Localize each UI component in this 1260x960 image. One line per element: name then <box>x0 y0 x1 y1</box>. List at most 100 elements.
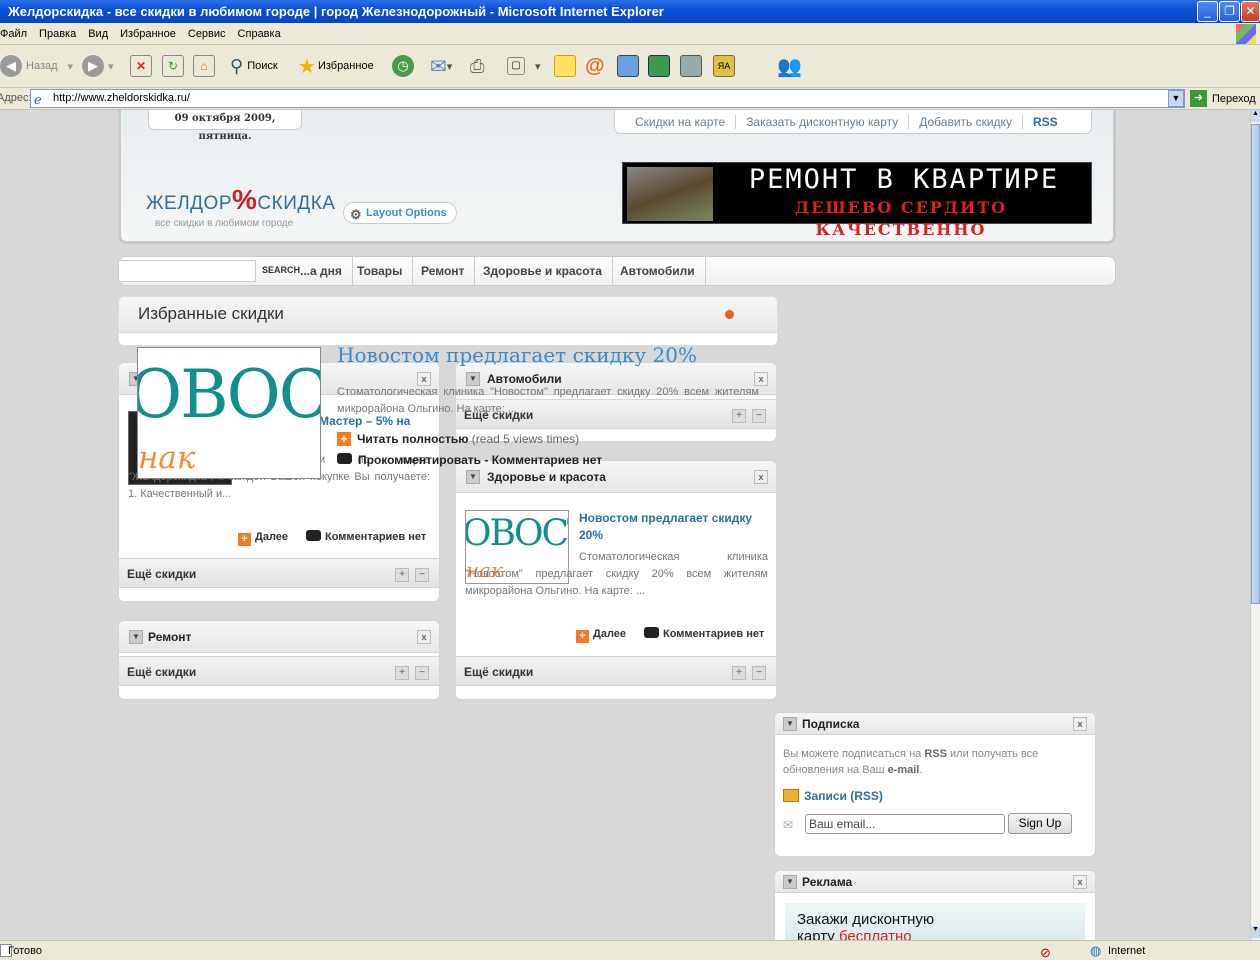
envelope-icon: ✉ <box>783 818 794 832</box>
widget-footer: Ещё скидки + − <box>119 656 439 686</box>
plus-icon: + <box>238 533 251 546</box>
stop-button[interactable]: ✕ <box>130 53 152 79</box>
house-image <box>627 167 713 221</box>
history-button[interactable]: ◷ <box>392 53 418 79</box>
print-button[interactable]: ⎙ <box>470 53 484 79</box>
forward-arrow-icon: ▶ <box>82 55 104 77</box>
comment-bubble-icon <box>644 627 659 638</box>
maximize-button[interactable]: ❐ <box>1219 1 1240 22</box>
close-widget-icon[interactable]: x <box>417 630 431 644</box>
menu-bar: Файл Правка Вид Избранное Сервис Справка <box>0 23 1260 45</box>
messenger-button[interactable]: 👥 <box>777 53 802 79</box>
link-add-discount[interactable]: Добавить скидку <box>909 114 1023 129</box>
collapse-icon[interactable]: ▼ <box>466 470 480 484</box>
print-icon: ⎙ <box>470 55 485 76</box>
menu-tools[interactable]: Сервис <box>182 23 232 45</box>
home-button[interactable]: ⌂ <box>193 53 215 79</box>
forward-button[interactable]: ▶ ▾ <box>82 53 114 79</box>
close-widget-icon[interactable]: x <box>754 470 768 484</box>
minimize-button[interactable]: _ <box>1197 1 1218 22</box>
post-link[interactable]: Новостом предлагает скидку 20% <box>579 510 767 544</box>
expand-icon[interactable]: + <box>395 666 409 680</box>
menu-help[interactable]: Справка <box>232 23 287 45</box>
more-deals-link[interactable]: Ещё скидки <box>464 665 533 679</box>
sign-up-button[interactable]: Sign Up <box>1008 813 1072 834</box>
close-widget-icon[interactable]: x <box>1073 717 1087 731</box>
add-comment-link[interactable]: Прокомментировать - Комментариев нет <box>337 453 602 467</box>
scroll-up-icon[interactable]: ▲ <box>1251 110 1260 122</box>
notes-button[interactable] <box>554 53 576 79</box>
expand-icon[interactable]: + <box>732 666 746 680</box>
comments-link[interactable]: Комментариев нет <box>644 627 764 641</box>
more-link[interactable]: + Далее <box>238 530 288 546</box>
read-more-link[interactable]: + Читать полностью (read 5 views times) <box>337 432 579 446</box>
comment-bubble-icon <box>306 530 321 541</box>
menu-favorites[interactable]: Избранное <box>114 23 182 45</box>
collapse-icon[interactable]: ▼ <box>783 717 797 731</box>
monitor-button[interactable] <box>617 53 639 79</box>
back-arrow-icon: ◀ <box>0 55 22 77</box>
monitor-icon <box>617 55 639 77</box>
more-deals-link[interactable]: Ещё скидки <box>127 567 196 581</box>
tools-button[interactable] <box>680 53 702 79</box>
history-icon: ◷ <box>392 55 414 77</box>
layout-options-button[interactable]: ⚙ Layout Options <box>343 202 457 224</box>
collapse-icon[interactable]: ▼ <box>783 875 797 889</box>
favorites-button[interactable]: ★ Избранное <box>298 53 374 79</box>
translate-button[interactable]: ЯА <box>713 53 735 79</box>
scroll-thumb[interactable] <box>1251 124 1260 604</box>
at-button[interactable]: @ <box>585 53 605 79</box>
shrink-icon[interactable]: − <box>415 568 429 582</box>
note-icon <box>554 55 576 77</box>
link-rss[interactable]: RSS <box>1023 115 1068 129</box>
discount-card-ad[interactable]: Закажи дисконтную карту бесплатно <box>785 903 1085 940</box>
search-input[interactable] <box>118 260 256 282</box>
mail-icon: ✉ <box>430 55 447 78</box>
close-button[interactable]: ✕ <box>1241 1 1260 22</box>
expand-icon[interactable]: + <box>395 568 409 582</box>
nav-item-auto[interactable]: Автомобили <box>610 256 706 286</box>
shrink-icon[interactable]: − <box>415 666 429 680</box>
books-icon <box>648 55 670 77</box>
link-order-card[interactable]: Заказать дисконтную карту <box>736 114 910 129</box>
nav-item-health[interactable]: Здоровье и красота <box>473 256 613 286</box>
header-links: Скидки на карте Заказать дисконтную карт… <box>614 110 1092 134</box>
slider-dot-icon[interactable] <box>725 310 734 319</box>
address-dropdown-button[interactable]: ▼ <box>1168 90 1184 107</box>
back-button[interactable]: ◀ Назад ▾ <box>0 53 73 79</box>
more-deals-link[interactable]: Ещё скидки <box>127 665 196 679</box>
menu-view[interactable]: Вид <box>82 23 114 45</box>
windows-logo-icon <box>1236 24 1256 44</box>
scroll-down-icon[interactable]: ▼ <box>1251 926 1260 938</box>
go-button[interactable]: ➜ Переход <box>1190 90 1256 107</box>
more-link[interactable]: + Далее <box>576 627 626 643</box>
featured-slide-title[interactable]: Новостом предлагает скидку 20% <box>337 343 697 367</box>
nav-item-goods[interactable]: Товары <box>347 256 414 286</box>
close-widget-icon[interactable]: x <box>1073 875 1087 889</box>
edit-button[interactable]: ▢ ▾ <box>507 53 541 79</box>
mail-button[interactable]: ✉ ▾ <box>430 53 452 79</box>
collapse-icon[interactable]: ▼ <box>129 630 143 644</box>
rss-feed-link[interactable]: Записи (RSS) <box>783 789 883 803</box>
link-map-discounts[interactable]: Скидки на карте <box>625 114 737 129</box>
search-button[interactable]: ⚲ Поиск <box>230 53 278 79</box>
nav-item-repair[interactable]: Ремонт <box>411 256 476 286</box>
menu-file[interactable]: Файл <box>0 23 33 45</box>
plus-icon: + <box>337 432 351 446</box>
site-logo[interactable]: ЖЕЛДОР%СКИДКА <box>146 184 335 216</box>
messenger-icon: 👥 <box>777 55 802 78</box>
menu-edit[interactable]: Правка <box>33 23 82 45</box>
address-input[interactable]: ℯ http://www.zheldorskidka.ru/ <box>30 89 1185 108</box>
home-icon: ⌂ <box>193 55 215 77</box>
refresh-button[interactable]: ↻ <box>162 53 184 79</box>
widget-repair: ▼ Ремонт x Ещё скидки + − <box>118 620 440 700</box>
featured-slide-image[interactable]: ОВОСТ нак заботы <box>137 347 321 479</box>
ad-banner[interactable]: РЕМОНТ В КВАРТИРЕ ДЕШЕВО СЕРДИТО КАЧЕСТВ… <box>622 162 1092 239</box>
security-zone: Internet <box>1108 945 1146 957</box>
shrink-icon[interactable]: − <box>752 666 766 680</box>
books-button[interactable] <box>648 53 670 79</box>
email-field[interactable]: Ваш email... <box>805 814 1005 834</box>
nav-item-deal-of-day[interactable]: ...а дня <box>292 256 353 286</box>
comments-link[interactable]: Комментариев нет <box>306 530 426 544</box>
vertical-scrollbar[interactable]: ▲ ▼ <box>1250 110 1260 940</box>
